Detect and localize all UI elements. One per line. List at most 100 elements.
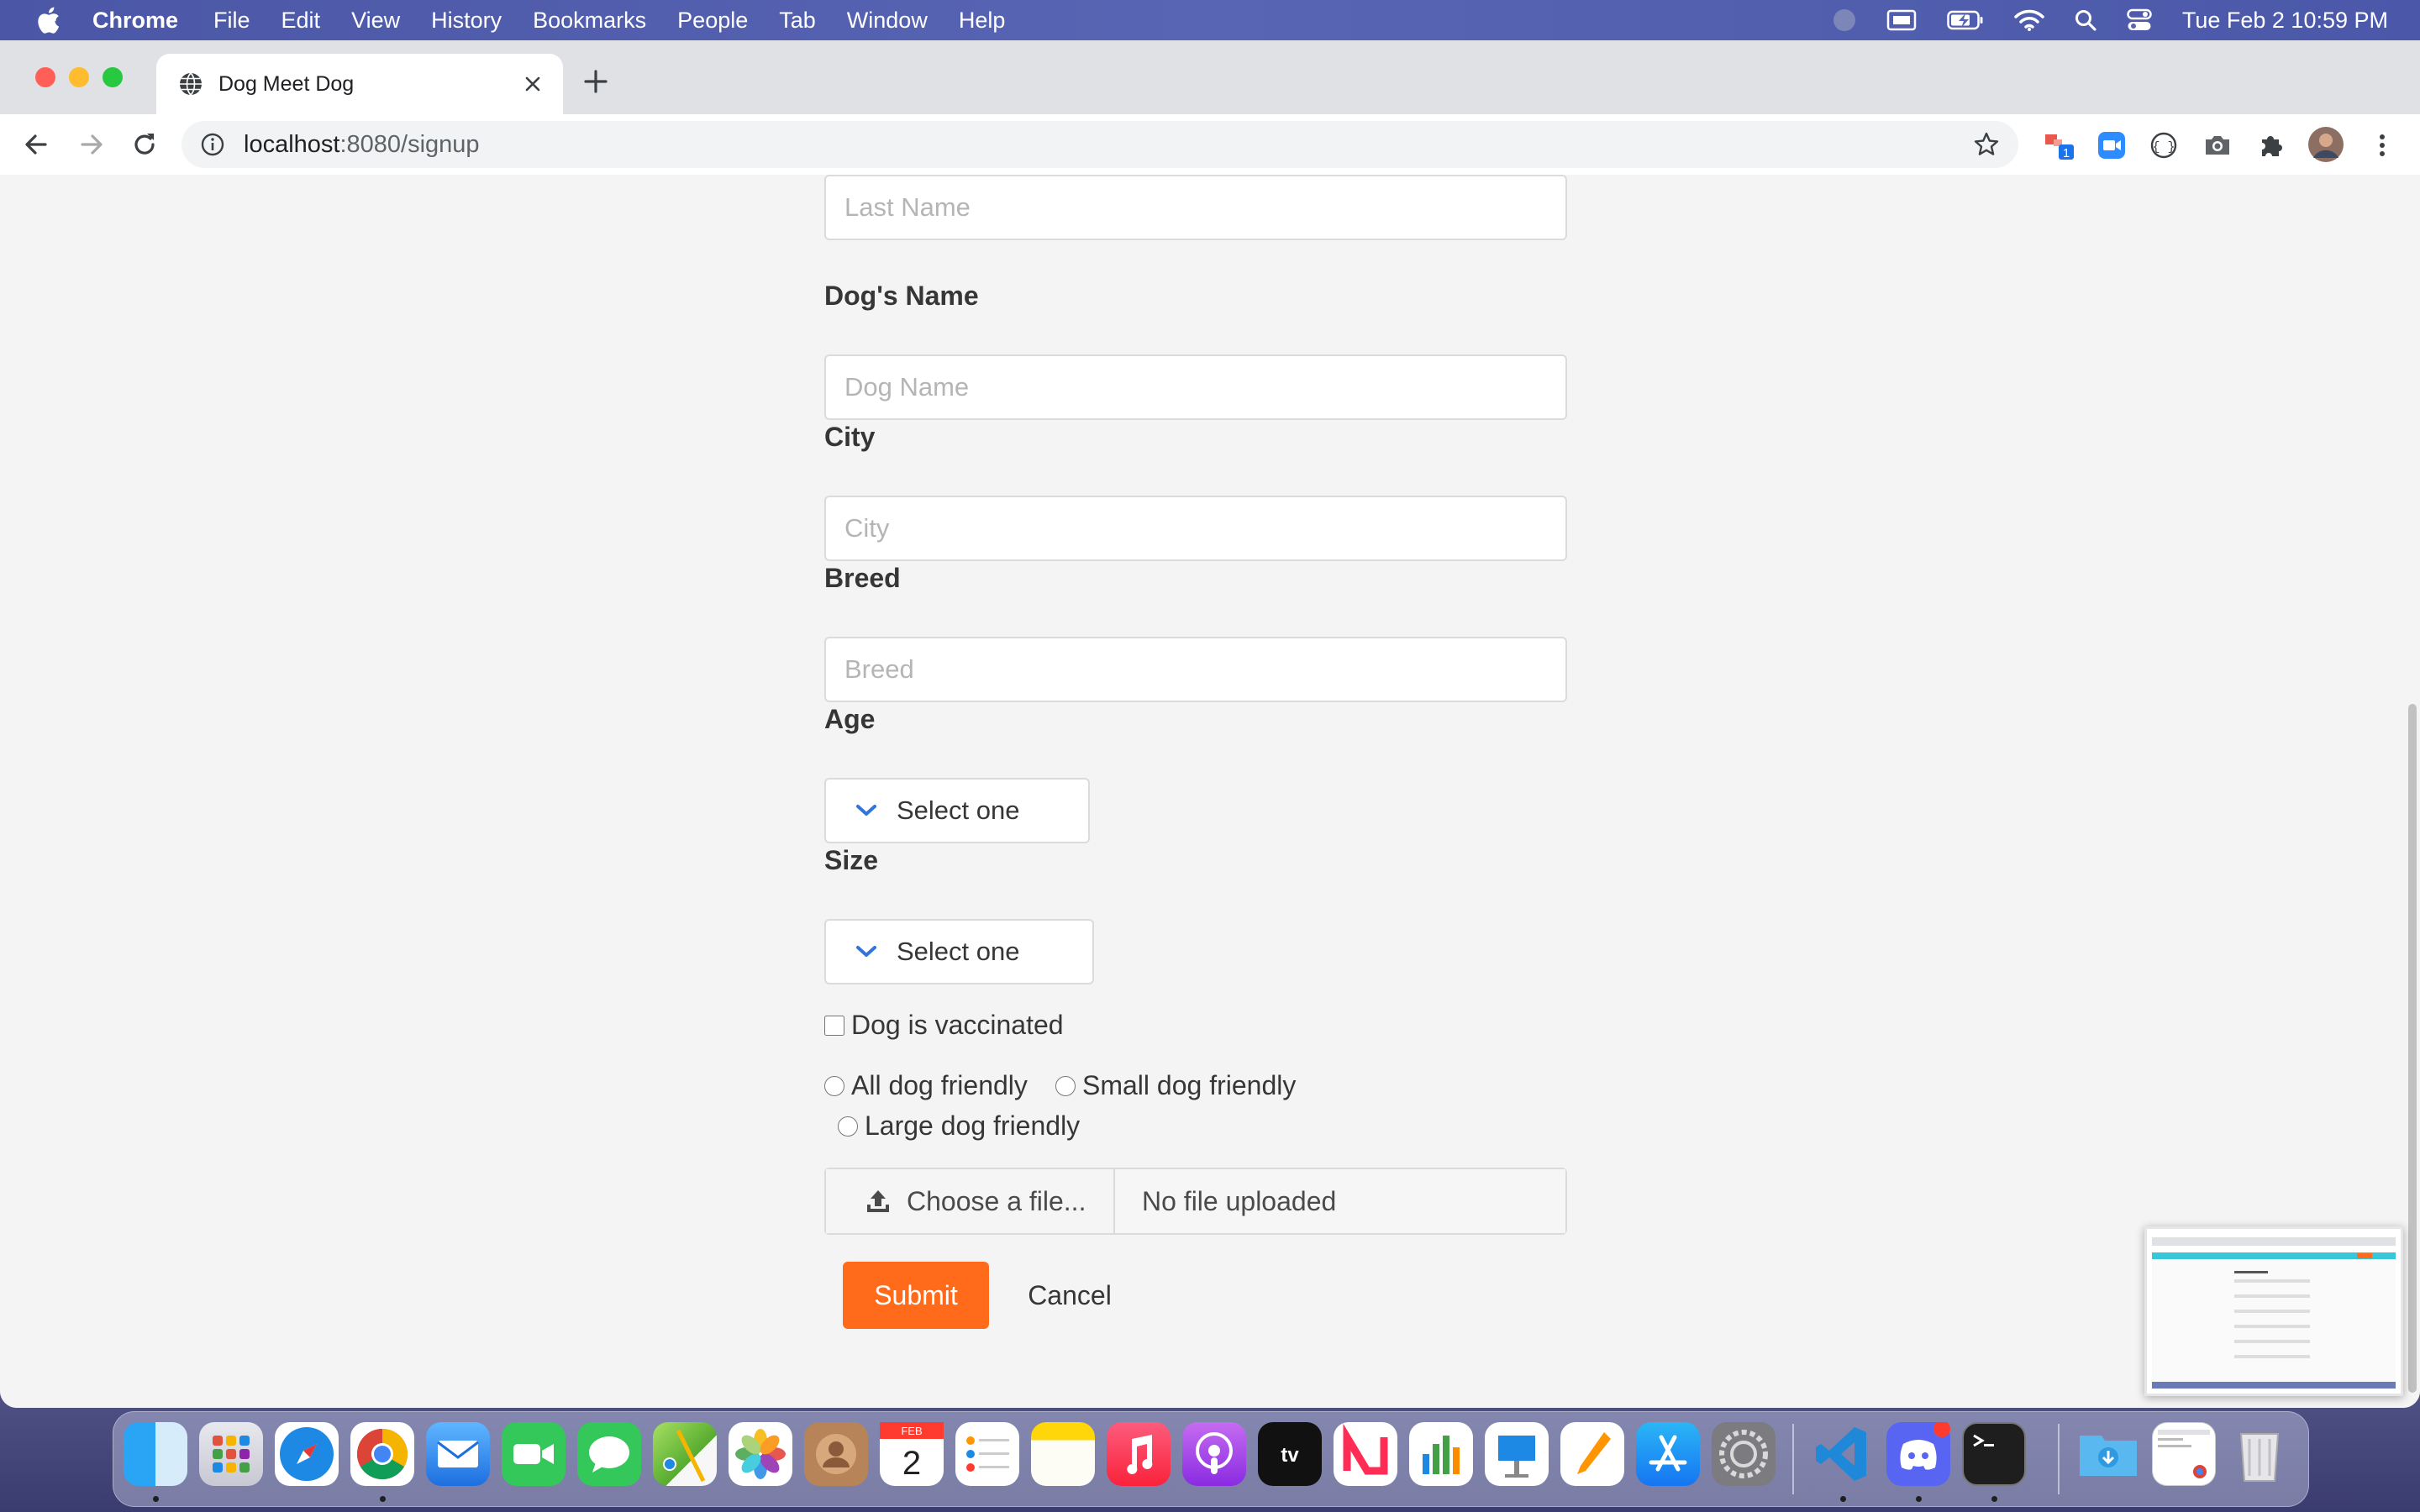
dock-music-icon[interactable]	[1107, 1422, 1171, 1486]
menu-bar-clock[interactable]: Tue Feb 2 10:59 PM	[2182, 8, 2388, 34]
dock-launchpad-icon[interactable]	[199, 1422, 263, 1486]
dock-tv-icon[interactable]: tv	[1258, 1422, 1322, 1486]
vaccinated-checkbox-row[interactable]: Dog is vaccinated	[824, 1010, 1064, 1041]
site-info-icon[interactable]	[200, 132, 225, 157]
menu-bookmarks[interactable]: Bookmarks	[533, 8, 646, 34]
window-close-button[interactable]	[35, 67, 55, 87]
dock: FEB 2 tv	[113, 1411, 2309, 1507]
url-host: localhost	[244, 130, 340, 158]
dock-separator	[1792, 1424, 1794, 1494]
breed-label: Breed	[824, 563, 901, 593]
browser-window: Dog Meet Dog localhost:8080/signup 1 {}…	[0, 40, 2420, 1408]
dog-name-field[interactable]	[824, 354, 1567, 420]
back-arrow-icon[interactable]	[20, 129, 52, 160]
forward-arrow-icon[interactable]	[76, 129, 108, 160]
apple-menu-icon[interactable]	[35, 6, 60, 34]
breed-field[interactable]	[824, 637, 1567, 702]
dock-facetime-icon[interactable]	[502, 1422, 566, 1486]
choose-file-button[interactable]: Choose a file...	[826, 1169, 1115, 1233]
menu-app-name[interactable]: Chrome	[92, 8, 178, 34]
dock-photos-icon[interactable]	[729, 1422, 792, 1486]
dock-trash-icon[interactable]	[2228, 1422, 2291, 1486]
wifi-icon[interactable]	[2014, 8, 2044, 32]
dock-calendar-icon[interactable]: FEB 2	[880, 1422, 944, 1486]
new-tab-icon[interactable]	[580, 66, 612, 97]
menu-history[interactable]: History	[431, 8, 502, 34]
radio-all-dog-friendly-input[interactable]	[824, 1075, 844, 1096]
dock-contacts-icon[interactable]	[804, 1422, 868, 1486]
profile-avatar[interactable]	[2307, 126, 2344, 163]
dock-documents-stack-icon[interactable]	[2152, 1422, 2216, 1486]
dock-numbers-icon[interactable]	[1409, 1422, 1473, 1486]
dock-finder-icon[interactable]	[124, 1422, 187, 1486]
menu-edit[interactable]: Edit	[281, 8, 321, 34]
dock-safari-icon[interactable]	[275, 1422, 339, 1486]
tab-strip: Dog Meet Dog	[0, 40, 2420, 114]
window-zoom-button[interactable]	[103, 67, 123, 87]
dock-reminders-icon[interactable]	[955, 1422, 1019, 1486]
screenshot-thumbnail[interactable]	[2144, 1226, 2403, 1396]
size-select[interactable]: Select one	[824, 919, 1094, 984]
control-center-icon[interactable]	[2127, 8, 2152, 32]
radio-large-dog-friendly[interactable]: Large dog friendly	[838, 1110, 1080, 1142]
reload-icon[interactable]	[129, 129, 160, 160]
scrollbar-thumb[interactable]	[2408, 704, 2417, 1393]
menu-tab[interactable]: Tab	[779, 8, 816, 34]
address-bar[interactable]: localhost:8080/signup	[182, 121, 2018, 168]
siri-icon[interactable]	[1833, 8, 1856, 32]
bookmark-star-icon[interactable]	[1973, 131, 2000, 158]
extensions-puzzle-icon[interactable]	[2255, 129, 2287, 161]
battery-icon[interactable]	[1947, 10, 1984, 30]
dock-mail-icon[interactable]	[426, 1422, 490, 1486]
screenshot-preview-image	[2152, 1237, 2396, 1389]
radio-small-dog-friendly[interactable]: Small dog friendly	[1055, 1070, 1296, 1101]
dock-podcasts-icon[interactable]	[1182, 1422, 1246, 1486]
dock-pages-icon[interactable]	[1560, 1422, 1624, 1486]
window-minimize-button[interactable]	[69, 67, 89, 87]
zoom-extension-icon[interactable]	[2096, 129, 2128, 161]
dock-system-preferences-icon[interactable]	[1712, 1422, 1776, 1486]
url-text[interactable]: localhost:8080/signup	[244, 131, 480, 159]
menu-people[interactable]: People	[677, 8, 748, 34]
radio-all-dog-friendly[interactable]: All dog friendly	[824, 1070, 1028, 1101]
tab-close-icon[interactable]	[521, 72, 544, 96]
dock-downloads-folder-icon[interactable]	[2076, 1422, 2140, 1486]
submit-button[interactable]: Submit	[843, 1262, 989, 1329]
extension-badge-icon[interactable]: 1	[2044, 129, 2075, 161]
dock-news-icon[interactable]	[1334, 1422, 1397, 1486]
radio-large-dog-friendly-input[interactable]	[838, 1116, 858, 1137]
dock-vscode-icon[interactable]	[1811, 1422, 1875, 1486]
browser-tab-active[interactable]: Dog Meet Dog	[156, 54, 563, 114]
menu-window[interactable]: Window	[847, 8, 928, 34]
size-label: Size	[824, 845, 879, 875]
dock-keynote-icon[interactable]	[1485, 1422, 1549, 1486]
menu-file[interactable]: File	[213, 8, 250, 34]
chevron-down-icon	[856, 946, 876, 957]
tab-title: Dog Meet Dog	[218, 71, 355, 96]
display-icon[interactable]	[1886, 9, 1917, 31]
camera-icon[interactable]	[2202, 129, 2233, 161]
spotlight-icon[interactable]	[2075, 9, 2096, 31]
dock-terminal-icon[interactable]	[1962, 1422, 2026, 1486]
devtools-extension-icon[interactable]: { }	[2148, 129, 2180, 161]
age-select[interactable]: Select one	[824, 778, 1090, 843]
dock-notes-icon[interactable]	[1031, 1422, 1095, 1486]
dock-messages-icon[interactable]	[577, 1422, 641, 1486]
menu-help[interactable]: Help	[959, 8, 1006, 34]
last-name-field[interactable]	[824, 175, 1567, 240]
svg-text:{ }: { }	[2152, 140, 2175, 155]
city-field[interactable]	[824, 496, 1567, 561]
dock-discord-icon[interactable]	[1886, 1420, 1950, 1486]
cancel-button[interactable]: Cancel	[1011, 1262, 1128, 1329]
vaccinated-checkbox[interactable]	[824, 1015, 844, 1036]
running-indicator	[1916, 1496, 1922, 1502]
menu-view[interactable]: View	[351, 8, 400, 34]
dock-chrome-icon[interactable]	[350, 1422, 414, 1486]
age-select-value: Select one	[897, 795, 1020, 825]
dock-app-store-icon[interactable]	[1636, 1422, 1700, 1486]
chrome-menu-icon[interactable]	[2366, 129, 2398, 161]
dock-maps-icon[interactable]	[653, 1422, 717, 1486]
size-select-value: Select one	[897, 937, 1020, 966]
radio-small-dog-friendly-input[interactable]	[1055, 1075, 1076, 1096]
page-scrollbar[interactable]	[2403, 175, 2420, 1408]
